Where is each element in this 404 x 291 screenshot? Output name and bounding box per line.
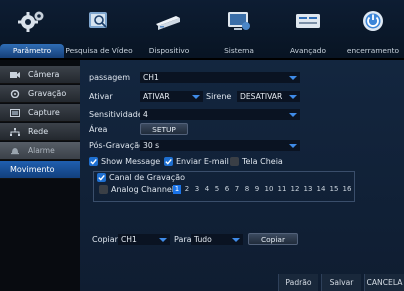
default-button[interactable]: Padrão bbox=[278, 274, 318, 291]
channel-number[interactable]: 7 bbox=[233, 185, 241, 194]
chevron-down-icon[interactable] bbox=[286, 72, 300, 83]
network-icon bbox=[10, 128, 20, 136]
show-message-checkbox[interactable] bbox=[89, 157, 98, 166]
camera-icon bbox=[10, 72, 20, 78]
chevron-down-icon[interactable] bbox=[189, 91, 203, 102]
fullscreen-checkbox[interactable] bbox=[230, 157, 239, 166]
copy-label: Copiar bbox=[92, 235, 118, 244]
record-channel-checkbox[interactable] bbox=[97, 173, 106, 182]
post-record-select[interactable]: 30 s bbox=[140, 140, 286, 151]
alarm-icon bbox=[11, 148, 19, 155]
device-icon bbox=[156, 16, 180, 30]
copy-button[interactable]: Copiar bbox=[248, 233, 298, 245]
channel-number[interactable]: 9 bbox=[253, 185, 261, 194]
sidebar-item-label: Gravação bbox=[28, 89, 67, 98]
copy-to-label: Para bbox=[174, 235, 192, 244]
chevron-down-icon[interactable] bbox=[229, 234, 243, 245]
tab-dispositivo[interactable]: Dispositivo bbox=[134, 44, 204, 58]
sidebar-item-alarme[interactable]: Alarme bbox=[0, 142, 80, 160]
send-email-checkbox[interactable] bbox=[164, 157, 173, 166]
camera-search-icon bbox=[89, 12, 107, 28]
channel-number[interactable]: 3 bbox=[193, 185, 201, 194]
siren-label: Sirene bbox=[206, 92, 232, 101]
copy-from-select[interactable]: CH1 bbox=[118, 234, 156, 245]
chevron-down-icon[interactable] bbox=[286, 140, 300, 151]
sidebar-item-label: Câmera bbox=[28, 70, 60, 79]
channel-label: passagem bbox=[89, 73, 131, 82]
sidebar: Câmera Gravação Capture Rede Alarme Movi… bbox=[0, 60, 80, 291]
tab-avancado[interactable]: Avançado bbox=[274, 44, 342, 58]
tab-labels: Parâmetro Pesquisa de Vídeo Dispositivo … bbox=[0, 44, 404, 58]
sidebar-item-camera[interactable]: Câmera bbox=[0, 66, 80, 84]
checkmark-icon bbox=[98, 174, 105, 181]
send-email-label: Enviar E-mail bbox=[176, 157, 229, 166]
chevron-down-icon[interactable] bbox=[156, 234, 170, 245]
sidebar-item-label: Alarme bbox=[28, 146, 55, 155]
channel-select[interactable]: CH1 bbox=[140, 72, 286, 83]
dvr-settings-window: Parâmetro Pesquisa de Vídeo Dispositivo … bbox=[0, 0, 404, 291]
cancel-button[interactable]: CANCELA bbox=[364, 274, 404, 291]
channel-number[interactable]: 8 bbox=[243, 185, 251, 194]
advanced-icon-button[interactable] bbox=[274, 2, 342, 40]
advanced-icon bbox=[296, 14, 320, 28]
sidebar-item-movimento[interactable]: Movimento bbox=[0, 161, 80, 179]
enable-label: Ativar bbox=[89, 92, 113, 101]
save-button[interactable]: Salvar bbox=[321, 274, 361, 291]
channel-number[interactable]: 13 bbox=[302, 185, 314, 194]
sidebar-item-rede[interactable]: Rede bbox=[0, 123, 80, 141]
analog-channels-label: Analog Channels bbox=[111, 185, 179, 194]
chevron-down-icon[interactable] bbox=[286, 91, 300, 102]
capture-icon bbox=[10, 109, 20, 117]
copy-to-select[interactable]: Tudo bbox=[191, 234, 229, 245]
area-label: Área bbox=[89, 125, 108, 134]
channel-number[interactable]: 2 bbox=[183, 185, 191, 194]
siren-select[interactable]: DESATIVAR bbox=[237, 91, 286, 102]
record-gear-icon bbox=[10, 90, 20, 98]
gear-icon-button[interactable] bbox=[0, 2, 64, 40]
sidebar-item-capture[interactable]: Capture bbox=[0, 104, 80, 122]
channel-number[interactable]: 15 bbox=[328, 185, 340, 194]
channel-number[interactable]: 16 bbox=[341, 185, 353, 194]
sensitivity-label: Sensitividade bbox=[89, 110, 143, 119]
channel-number[interactable]: 12 bbox=[289, 185, 301, 194]
channel-number[interactable]: 14 bbox=[315, 185, 327, 194]
analog-channels-checkbox[interactable] bbox=[99, 185, 108, 194]
chevron-down-icon[interactable] bbox=[286, 109, 300, 120]
top-menu-bar: Parâmetro Pesquisa de Vídeo Dispositivo … bbox=[0, 0, 404, 58]
tab-encerramento[interactable]: encerramento bbox=[342, 44, 404, 58]
sidebar-item-gravacao[interactable]: Gravação bbox=[0, 85, 80, 103]
channel-number[interactable]: 11 bbox=[276, 185, 288, 194]
sidebar-item-label: Rede bbox=[28, 127, 49, 136]
gear-icon bbox=[18, 11, 44, 32]
device-icon-button[interactable] bbox=[134, 2, 204, 40]
power-icon-button[interactable] bbox=[342, 2, 404, 40]
channel-number[interactable]: 1 bbox=[173, 185, 181, 194]
sidebar-item-label: Capture bbox=[28, 108, 60, 117]
post-record-label: Pós-Gravação bbox=[89, 141, 145, 150]
tab-pesquisa-de-video[interactable]: Pesquisa de Vídeo bbox=[64, 44, 134, 58]
sensitivity-select[interactable]: 4 bbox=[140, 109, 286, 120]
power-icon bbox=[363, 11, 383, 31]
sidebar-item-label: Movimento bbox=[10, 165, 55, 174]
record-channel-label: Canal de Gravação bbox=[109, 173, 185, 182]
channel-number[interactable]: 10 bbox=[263, 185, 275, 194]
fullscreen-label: Tela Cheia bbox=[242, 157, 283, 166]
system-icon-button[interactable] bbox=[204, 2, 274, 40]
channel-number[interactable]: 6 bbox=[223, 185, 231, 194]
tab-parametro[interactable]: Parâmetro bbox=[0, 44, 64, 58]
system-icon bbox=[228, 12, 250, 30]
enable-select[interactable]: ATIVAR bbox=[140, 91, 189, 102]
area-setup-button[interactable]: SETUP bbox=[140, 123, 188, 135]
motion-settings-panel: passagem CH1 Ativar ATIVAR Sirene DESATI… bbox=[80, 60, 404, 291]
channel-number[interactable]: 5 bbox=[213, 185, 221, 194]
video-search-icon-button[interactable] bbox=[64, 2, 134, 40]
checkmark-icon bbox=[165, 158, 172, 165]
tab-sistema[interactable]: Sistema bbox=[204, 44, 274, 58]
show-message-label: Show Message bbox=[101, 157, 161, 166]
channel-number[interactable]: 4 bbox=[203, 185, 211, 194]
checkmark-icon bbox=[90, 158, 97, 165]
